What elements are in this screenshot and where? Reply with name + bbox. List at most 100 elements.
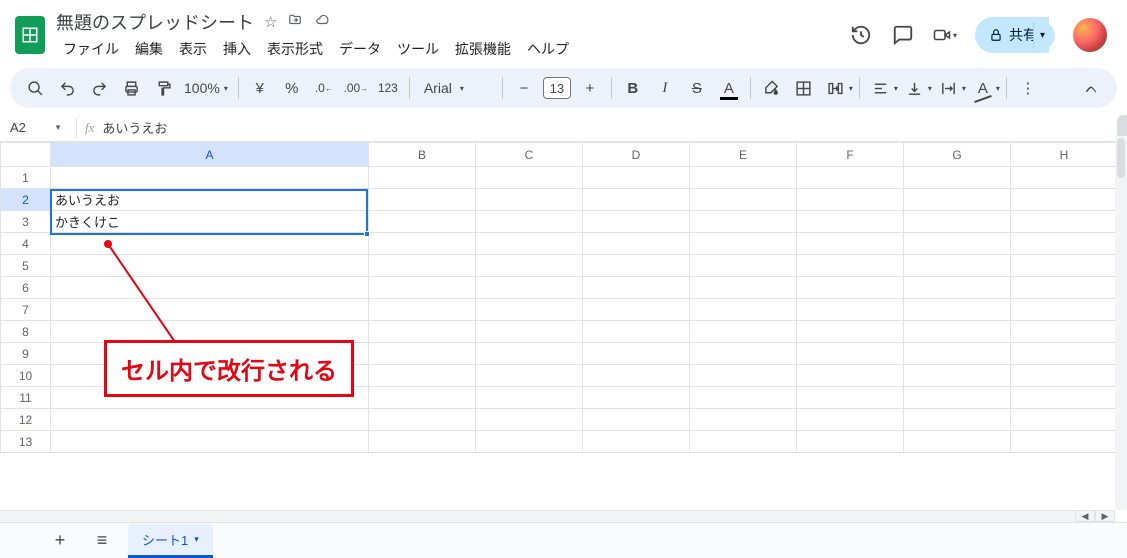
h-align-dropdown-icon[interactable]: ▾: [894, 84, 898, 93]
cell[interactable]: [369, 233, 476, 255]
cell[interactable]: [583, 255, 690, 277]
cell[interactable]: [797, 387, 904, 409]
font-size-decrease-button[interactable]: −: [509, 73, 539, 103]
cell[interactable]: [1011, 233, 1118, 255]
h-align-button[interactable]: [866, 73, 896, 103]
percent-button[interactable]: %: [277, 73, 307, 103]
cell[interactable]: [690, 211, 797, 233]
cell[interactable]: [583, 343, 690, 365]
cell[interactable]: [797, 431, 904, 453]
number-format-button[interactable]: 123: [373, 73, 403, 103]
cell[interactable]: [1011, 255, 1118, 277]
cell[interactable]: [797, 233, 904, 255]
toolbar-more-icon[interactable]: ⋮: [1013, 73, 1043, 103]
cloud-status-icon[interactable]: [313, 13, 331, 31]
cell[interactable]: [690, 189, 797, 211]
cell[interactable]: [1011, 387, 1118, 409]
col-header-e[interactable]: E: [690, 143, 797, 167]
cell[interactable]: [51, 299, 369, 321]
currency-button[interactable]: ¥: [245, 73, 275, 103]
cell[interactable]: [369, 189, 476, 211]
spreadsheet-grid[interactable]: A B C D E F G H 1 2あいうえお 3かきくけこ 4 5 6 7 …: [0, 142, 1127, 453]
cell[interactable]: [797, 277, 904, 299]
cell[interactable]: [369, 431, 476, 453]
col-header-g[interactable]: G: [904, 143, 1011, 167]
menu-extensions[interactable]: 拡張機能: [448, 37, 518, 61]
add-sheet-button[interactable]: +: [44, 527, 76, 555]
formula-input[interactable]: あいうえお: [102, 118, 167, 137]
sheet-tab[interactable]: シート1 ▾: [128, 524, 213, 558]
cell[interactable]: [369, 277, 476, 299]
sheet-tab-menu-icon[interactable]: ▾: [194, 534, 199, 545]
cell[interactable]: [476, 409, 583, 431]
paint-format-icon[interactable]: [148, 73, 178, 103]
wrap-dropdown-icon[interactable]: ▾: [962, 84, 966, 93]
cell[interactable]: [369, 409, 476, 431]
cell[interactable]: [51, 255, 369, 277]
row-header[interactable]: 11: [1, 387, 51, 409]
share-dropdown[interactable]: ▾: [1033, 22, 1055, 49]
star-icon[interactable]: ☆: [264, 13, 277, 31]
cell[interactable]: [904, 343, 1011, 365]
cell[interactable]: [51, 409, 369, 431]
horizontal-scrollbar[interactable]: ◀ ▶: [0, 510, 1115, 522]
menu-edit[interactable]: 編集: [128, 37, 170, 61]
cell[interactable]: [369, 365, 476, 387]
increase-decimal-icon[interactable]: .00→: [341, 73, 371, 103]
sheets-logo[interactable]: [10, 15, 50, 55]
cell[interactable]: [690, 277, 797, 299]
merge-cells-button[interactable]: [821, 73, 851, 103]
cell[interactable]: [369, 321, 476, 343]
cell[interactable]: [51, 233, 369, 255]
text-color-button[interactable]: A: [714, 73, 744, 103]
strikethrough-button[interactable]: S: [682, 73, 712, 103]
cell[interactable]: [690, 343, 797, 365]
cell[interactable]: [476, 299, 583, 321]
cell[interactable]: [583, 321, 690, 343]
cell[interactable]: [51, 431, 369, 453]
cell[interactable]: [476, 343, 583, 365]
cell[interactable]: [1011, 343, 1118, 365]
move-icon[interactable]: [287, 13, 303, 31]
doc-title[interactable]: 無題のスプレッドシート: [56, 9, 254, 35]
zoom-select[interactable]: 100%▾: [180, 80, 232, 96]
cell[interactable]: [1011, 277, 1118, 299]
cell[interactable]: [690, 299, 797, 321]
cell[interactable]: [369, 255, 476, 277]
cell[interactable]: [904, 431, 1011, 453]
cell[interactable]: [904, 409, 1011, 431]
row-header[interactable]: 13: [1, 431, 51, 453]
col-header-b[interactable]: B: [369, 143, 476, 167]
cell[interactable]: [904, 277, 1011, 299]
menu-format[interactable]: 表示形式: [260, 37, 330, 61]
row-header[interactable]: 5: [1, 255, 51, 277]
cell[interactable]: [797, 343, 904, 365]
cell[interactable]: [690, 255, 797, 277]
cell[interactable]: [690, 167, 797, 189]
col-header-h[interactable]: H: [1011, 143, 1118, 167]
cell[interactable]: [904, 365, 1011, 387]
cell[interactable]: [904, 211, 1011, 233]
history-icon[interactable]: [849, 23, 873, 47]
v-align-button[interactable]: [900, 73, 930, 103]
cell[interactable]: [369, 299, 476, 321]
cell[interactable]: [797, 211, 904, 233]
rotate-button[interactable]: A: [968, 73, 998, 103]
cell[interactable]: [904, 387, 1011, 409]
cell[interactable]: [1011, 189, 1118, 211]
col-header-c[interactable]: C: [476, 143, 583, 167]
cell[interactable]: [369, 211, 476, 233]
wrap-button[interactable]: [934, 73, 964, 103]
cell[interactable]: [904, 233, 1011, 255]
cell[interactable]: [904, 167, 1011, 189]
row-header[interactable]: 10: [1, 365, 51, 387]
cell[interactable]: [583, 189, 690, 211]
cell-a2[interactable]: あいうえお: [51, 189, 369, 211]
cell[interactable]: [583, 365, 690, 387]
account-avatar[interactable]: [1073, 18, 1107, 52]
menu-help[interactable]: ヘルプ: [520, 37, 576, 61]
row-header[interactable]: 9: [1, 343, 51, 365]
cell[interactable]: [583, 211, 690, 233]
name-box[interactable]: A2 ▼: [10, 120, 68, 135]
cell[interactable]: [369, 167, 476, 189]
